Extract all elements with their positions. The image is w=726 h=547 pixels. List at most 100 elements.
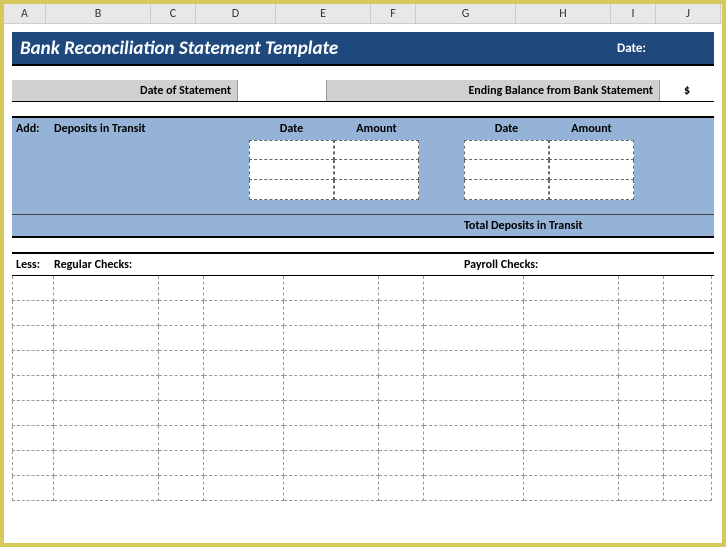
grid-cell[interactable] — [54, 401, 159, 426]
grid-cell[interactable] — [54, 326, 159, 351]
grid-cell[interactable] — [204, 376, 284, 401]
grid-cell[interactable] — [284, 401, 379, 426]
grid-cell[interactable] — [524, 451, 619, 476]
grid-cell[interactable] — [664, 426, 712, 451]
grid-cell[interactable] — [424, 426, 524, 451]
deposit-date-cell[interactable] — [249, 140, 334, 160]
grid-cell[interactable] — [204, 451, 284, 476]
grid-cell[interactable] — [12, 276, 54, 301]
grid-cell[interactable] — [424, 276, 524, 301]
grid-cell[interactable] — [204, 351, 284, 376]
grid-cell[interactable] — [524, 401, 619, 426]
col-header-C[interactable]: C — [151, 4, 196, 23]
grid-cell[interactable] — [379, 376, 424, 401]
col-header-F[interactable]: F — [371, 4, 416, 23]
grid-cell[interactable] — [284, 351, 379, 376]
grid-cell[interactable] — [204, 426, 284, 451]
deposit-date-cell[interactable] — [249, 180, 334, 200]
grid-cell[interactable] — [12, 301, 54, 326]
grid-cell[interactable] — [284, 426, 379, 451]
grid-cell[interactable] — [524, 326, 619, 351]
deposit-date-cell[interactable] — [249, 160, 334, 180]
grid-cell[interactable] — [619, 376, 664, 401]
grid-cell[interactable] — [379, 351, 424, 376]
grid-cell[interactable] — [284, 376, 379, 401]
grid-cell[interactable] — [204, 276, 284, 301]
grid-cell[interactable] — [284, 476, 379, 501]
date-of-statement-input[interactable] — [237, 80, 327, 101]
grid-cell[interactable] — [524, 376, 619, 401]
grid-cell[interactable] — [54, 301, 159, 326]
grid-cell[interactable] — [12, 426, 54, 451]
col-header-E[interactable]: E — [276, 4, 371, 23]
deposit-date-cell[interactable] — [464, 160, 549, 180]
grid-cell[interactable] — [159, 451, 204, 476]
grid-cell[interactable] — [159, 301, 204, 326]
grid-cell[interactable] — [204, 301, 284, 326]
grid-cell[interactable] — [204, 476, 284, 501]
grid-cell[interactable] — [159, 326, 204, 351]
grid-cell[interactable] — [379, 401, 424, 426]
grid-cell[interactable] — [12, 476, 54, 501]
grid-cell[interactable] — [619, 401, 664, 426]
grid-cell[interactable] — [664, 476, 712, 501]
grid-cell[interactable] — [424, 476, 524, 501]
grid-cell[interactable] — [54, 451, 159, 476]
grid-cell[interactable] — [159, 476, 204, 501]
deposit-date-cell[interactable] — [464, 180, 549, 200]
grid-cell[interactable] — [619, 301, 664, 326]
grid-cell[interactable] — [379, 451, 424, 476]
grid-cell[interactable] — [284, 301, 379, 326]
grid-cell[interactable] — [619, 326, 664, 351]
grid-cell[interactable] — [159, 276, 204, 301]
grid-cell[interactable] — [284, 451, 379, 476]
grid-cell[interactable] — [12, 401, 54, 426]
grid-cell[interactable] — [12, 451, 54, 476]
grid-cell[interactable] — [54, 426, 159, 451]
grid-cell[interactable] — [379, 276, 424, 301]
grid-cell[interactable] — [524, 351, 619, 376]
grid-cell[interactable] — [379, 476, 424, 501]
grid-cell[interactable] — [12, 351, 54, 376]
grid-cell[interactable] — [619, 451, 664, 476]
deposit-amount-cell[interactable] — [334, 140, 419, 160]
col-header-B[interactable]: B — [46, 4, 151, 23]
grid-cell[interactable] — [379, 326, 424, 351]
grid-cell[interactable] — [664, 276, 712, 301]
grid-cell[interactable] — [284, 276, 379, 301]
grid-cell[interactable] — [12, 376, 54, 401]
grid-cell[interactable] — [204, 401, 284, 426]
grid-cell[interactable] — [524, 426, 619, 451]
grid-cell[interactable] — [424, 301, 524, 326]
grid-cell[interactable] — [12, 326, 54, 351]
deposit-amount-cell[interactable] — [334, 180, 419, 200]
grid-cell[interactable] — [159, 376, 204, 401]
grid-cell[interactable] — [424, 401, 524, 426]
deposit-amount-cell[interactable] — [549, 180, 634, 200]
grid-cell[interactable] — [424, 376, 524, 401]
deposit-amount-cell[interactable] — [549, 140, 634, 160]
col-header-J[interactable]: J — [656, 4, 721, 23]
grid-cell[interactable] — [664, 351, 712, 376]
grid-cell[interactable] — [159, 351, 204, 376]
col-header-G[interactable]: G — [416, 4, 516, 23]
grid-cell[interactable] — [619, 276, 664, 301]
grid-cell[interactable] — [284, 326, 379, 351]
deposit-amount-cell[interactable] — [549, 160, 634, 180]
grid-cell[interactable] — [619, 476, 664, 501]
grid-cell[interactable] — [619, 351, 664, 376]
grid-cell[interactable] — [664, 376, 712, 401]
col-header-I[interactable]: I — [611, 4, 656, 23]
grid-cell[interactable] — [54, 351, 159, 376]
grid-cell[interactable] — [54, 476, 159, 501]
grid-cell[interactable] — [424, 351, 524, 376]
deposit-date-cell[interactable] — [464, 140, 549, 160]
deposit-amount-cell[interactable] — [334, 160, 419, 180]
grid-cell[interactable] — [424, 326, 524, 351]
grid-cell[interactable] — [664, 326, 712, 351]
grid-cell[interactable] — [204, 326, 284, 351]
ending-balance-dollar[interactable]: $ — [659, 80, 714, 101]
grid-cell[interactable] — [664, 401, 712, 426]
grid-cell[interactable] — [619, 426, 664, 451]
grid-cell[interactable] — [54, 376, 159, 401]
